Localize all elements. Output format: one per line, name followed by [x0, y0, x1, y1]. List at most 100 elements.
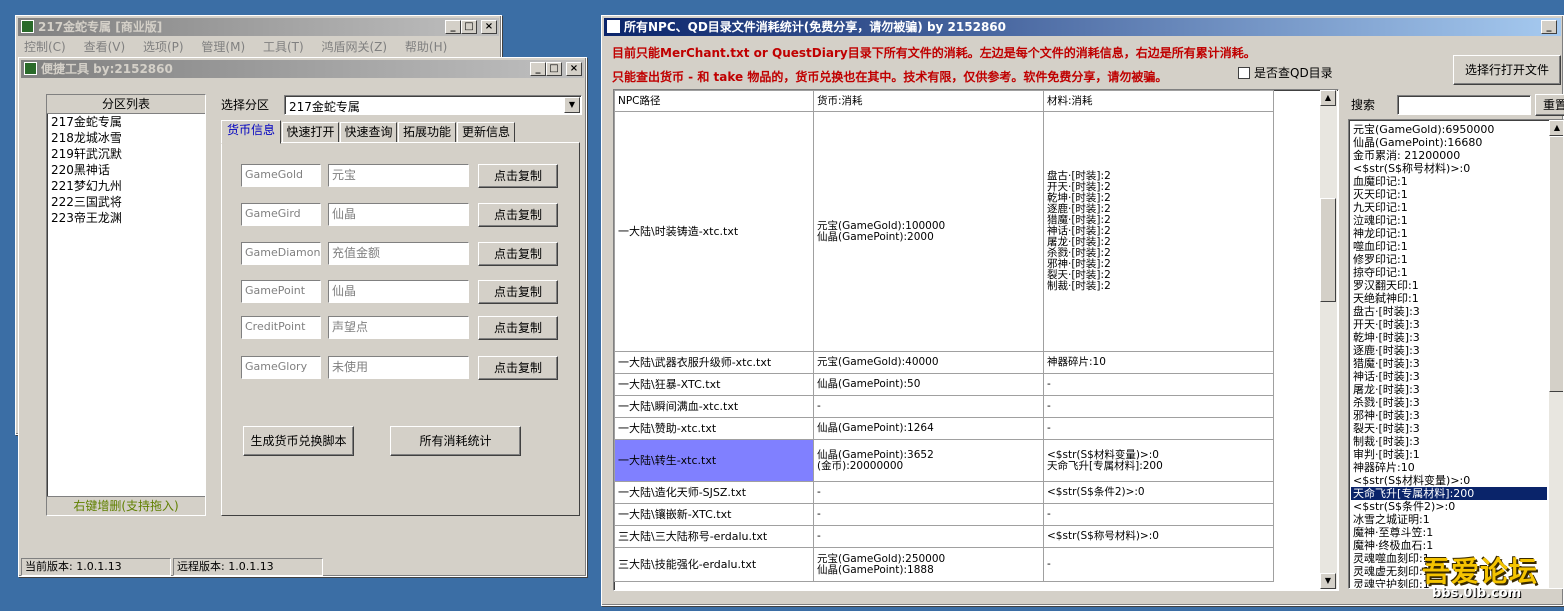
qd-checkbox[interactable]: [1238, 67, 1250, 79]
totals-item[interactable]: <$str(S$条件2)>:0: [1351, 500, 1547, 513]
copy-button[interactable]: 点击复制: [478, 242, 558, 266]
tab-updates[interactable]: 更新信息: [457, 122, 515, 143]
table-row[interactable]: 三大陆\技能强化-erdalu.txt 元宝(GameGold):250000 仙…: [614, 547, 1274, 582]
column-header-material[interactable]: 材料:消耗: [1043, 90, 1274, 112]
menu-manage[interactable]: 管理(M): [201, 40, 245, 54]
totals-item[interactable]: <$str(S$材料变量)>:0: [1351, 474, 1547, 487]
totals-item[interactable]: 天命飞升[专属材料]:200: [1351, 487, 1547, 500]
maximize-button[interactable]: □: [461, 20, 477, 34]
partition-item[interactable]: 221梦幻九州: [47, 178, 205, 194]
totals-item[interactable]: 杀戮·[时装]:3: [1351, 396, 1547, 409]
tab-currency[interactable]: 货币信息: [221, 120, 281, 144]
table-row[interactable]: 一大陆\狂暴-XTC.txt 仙晶(GamePoint):50-: [614, 373, 1274, 396]
scrollbar-thumb[interactable]: [1320, 198, 1336, 302]
currency-code-field[interactable]: GameGird: [241, 203, 321, 226]
copy-button[interactable]: 点击复制: [478, 203, 558, 227]
close-button[interactable]: ×: [481, 20, 497, 34]
totals-item[interactable]: 裂天·[时装]:3: [1351, 422, 1547, 435]
minimize-button[interactable]: _: [530, 62, 546, 76]
totals-item[interactable]: 屠龙·[时装]:3: [1351, 383, 1547, 396]
table-row[interactable]: 一大陆\时装铸造-xtc.txt 元宝(GameGold):100000 仙晶(G…: [614, 111, 1274, 352]
currency-code-field[interactable]: CreditPoint: [241, 316, 321, 339]
totals-item[interactable]: 盘古·[时装]:3: [1351, 305, 1547, 318]
totals-item[interactable]: <$str(S$称号材料)>:0: [1351, 162, 1547, 175]
totals-item[interactable]: 猎魔·[时装]:3: [1351, 357, 1547, 370]
totals-item[interactable]: 灭天印记:1: [1351, 188, 1547, 201]
column-header-path[interactable]: NPC路径: [614, 90, 814, 112]
menu-view[interactable]: 查看(V): [84, 40, 126, 54]
totals-list[interactable]: 元宝(GameGold):6950000 仙晶(GamePoint):16680 金…: [1348, 119, 1564, 589]
minimize-button[interactable]: _: [1541, 20, 1557, 34]
grid-scrollbar[interactable]: ▲ ▼: [1320, 90, 1337, 589]
scroll-up-icon[interactable]: ▲: [1549, 120, 1563, 136]
totals-scrollbar[interactable]: ▲: [1549, 120, 1563, 588]
partition-item[interactable]: 219轩武沉默: [47, 146, 205, 162]
menu-help[interactable]: 帮助(H): [405, 40, 447, 54]
minimize-button[interactable]: _: [445, 20, 461, 34]
quick-tool-titlebar[interactable]: 便捷工具 by:2152860 _ □ ×: [21, 60, 584, 78]
totals-item[interactable]: 掠夺印记:1: [1351, 266, 1547, 279]
all-consumption-stats-button[interactable]: 所有消耗统计: [390, 426, 521, 456]
totals-item[interactable]: 血魔印记:1: [1351, 175, 1547, 188]
totals-item[interactable]: 乾坤·[时装]:3: [1351, 331, 1547, 344]
partition-select[interactable]: 217金蛇专属 ▼: [284, 95, 582, 115]
column-header-currency[interactable]: 货币:消耗: [813, 90, 1044, 112]
tab-quick-open[interactable]: 快速打开: [282, 122, 339, 143]
partition-list[interactable]: 分区列表 217金蛇专属 218龙城冰雪 219轩武沉默 220黑神话 221梦幻九州 2…: [46, 94, 206, 516]
copy-button[interactable]: 点击复制: [478, 316, 558, 340]
currency-name-field[interactable]: 仙晶: [328, 280, 469, 303]
table-row[interactable]: 一大陆\赞助-xtc.txt 仙晶(GamePoint):1264-: [614, 417, 1274, 440]
open-selected-file-button[interactable]: 选择行打开文件: [1453, 55, 1561, 85]
reset-button[interactable]: 重置: [1535, 94, 1564, 116]
menu-gateway[interactable]: 鸿盾网关(Z): [322, 40, 388, 54]
copy-button[interactable]: 点击复制: [478, 356, 558, 380]
partition-item[interactable]: 217金蛇专属: [47, 114, 205, 130]
totals-item[interactable]: 邪神·[时装]:3: [1351, 409, 1547, 422]
totals-item[interactable]: 九天印记:1: [1351, 201, 1547, 214]
totals-item[interactable]: 仙晶(GamePoint):16680: [1351, 136, 1547, 149]
table-row[interactable]: 三大陆\三大陆称号-erdalu.txt - <$str(S$称号材料)>:0: [614, 525, 1274, 548]
copy-button[interactable]: 点击复制: [478, 164, 558, 188]
totals-item[interactable]: 泣魂印记:1: [1351, 214, 1547, 227]
totals-item[interactable]: 天绝弑神印:1: [1351, 292, 1547, 305]
table-row[interactable]: 一大陆\镶嵌新-XTC.txt - -: [614, 503, 1274, 526]
maximize-button[interactable]: □: [546, 62, 562, 76]
currency-code-field[interactable]: GameGlory: [241, 356, 321, 379]
table-row[interactable]: 一大陆\瞬间满血-xtc.txt - -: [614, 395, 1274, 418]
totals-item[interactable]: 神器碎片:10: [1351, 461, 1547, 474]
totals-item[interactable]: 金币累消: 21200000: [1351, 149, 1547, 162]
totals-item[interactable]: 罗汉翻天印:1: [1351, 279, 1547, 292]
menu-control[interactable]: 控制(C): [24, 40, 66, 54]
stats-grid[interactable]: NPC路径 货币:消耗 材料:消耗 一大陆\时装铸造-xtc.txt 元宝(Gam…: [613, 89, 1339, 591]
totals-item[interactable]: 噬血印记:1: [1351, 240, 1547, 253]
menu-options[interactable]: 选项(P): [143, 40, 184, 54]
main-window-titlebar[interactable]: 217金蛇专属 [商业版] _ □ ×: [18, 18, 499, 36]
tab-extensions[interactable]: 拓展功能: [398, 122, 456, 143]
scroll-down-icon[interactable]: ▼: [1320, 573, 1336, 589]
partition-item[interactable]: 220黑神话: [47, 162, 205, 178]
totals-item[interactable]: 逐鹿·[时装]:3: [1351, 344, 1547, 357]
menu-tools[interactable]: 工具(T): [263, 40, 304, 54]
generate-exchange-script-button[interactable]: 生成货币兑换脚本: [243, 426, 354, 456]
chevron-down-icon[interactable]: ▼: [564, 97, 580, 113]
stats-titlebar[interactable]: 所有NPC、QD目录文件消耗统计(免费分享，请勿被骗) by 2152860 _: [604, 18, 1561, 36]
totals-item[interactable]: 开天·[时装]:3: [1351, 318, 1547, 331]
scroll-up-icon[interactable]: ▲: [1320, 90, 1336, 106]
totals-item[interactable]: 修罗印记:1: [1351, 253, 1547, 266]
table-row[interactable]: 一大陆\转生-xtc.txt 仙晶(GamePoint):3652 (金币):20…: [614, 439, 1274, 482]
table-row[interactable]: 一大陆\造化天师-SJSZ.txt - <$str(S$条件2)>:0: [614, 481, 1274, 504]
partition-item[interactable]: 223帝王龙渊: [47, 210, 205, 226]
close-button[interactable]: ×: [566, 62, 582, 76]
totals-item[interactable]: 神话·[时装]:3: [1351, 370, 1547, 383]
partition-item[interactable]: 218龙城冰雪: [47, 130, 205, 146]
currency-name-field[interactable]: 元宝: [328, 164, 469, 187]
totals-item[interactable]: 神龙印记:1: [1351, 227, 1547, 240]
currency-code-field[interactable]: GameGold: [241, 164, 321, 187]
search-input[interactable]: [1397, 95, 1531, 115]
table-row[interactable]: 一大陆\武器衣服升级师-xtc.txt 元宝(GameGold):40000 神器碎…: [614, 351, 1274, 374]
copy-button[interactable]: 点击复制: [478, 280, 558, 304]
totals-item[interactable]: 元宝(GameGold):6950000: [1351, 123, 1547, 136]
currency-code-field[interactable]: GameDiamond: [241, 242, 321, 265]
totals-item[interactable]: 魔神·至尊斗笠:1: [1351, 526, 1547, 539]
currency-name-field[interactable]: 未使用: [328, 356, 469, 379]
